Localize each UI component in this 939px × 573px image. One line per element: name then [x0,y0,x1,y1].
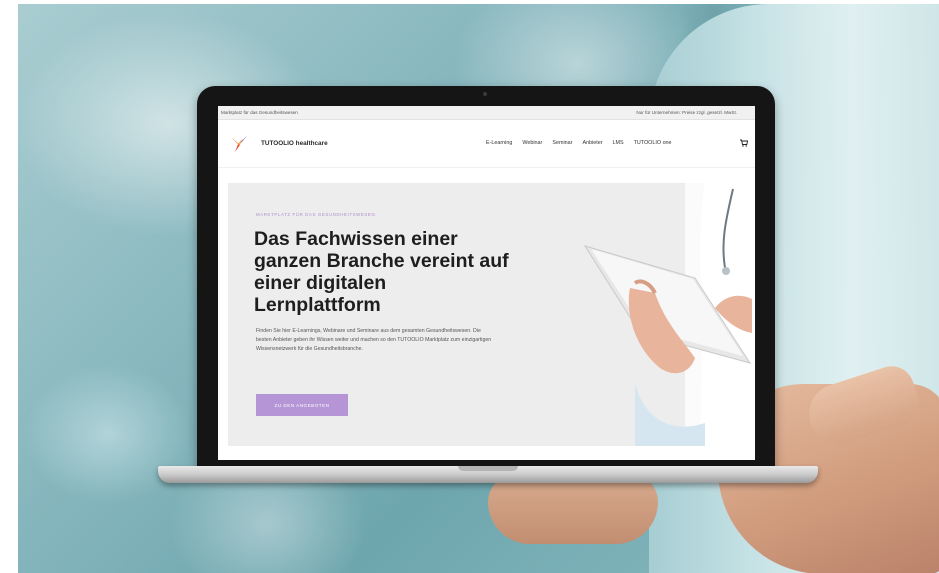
info-bar: Marktplatz für das Gesundheitswesen Nur … [218,106,755,120]
nav-item-anbieter[interactable]: Anbieter [582,140,602,146]
hero-description: Finden Sie hier E-Learnings, Webinare un… [256,328,492,352]
nav-item-e-learning[interactable]: E-Learning [486,140,512,146]
logo-icon[interactable] [229,134,249,154]
left-hand [488,474,658,544]
nav-item-tutoolio-one[interactable]: TUTOOLIO one [634,140,672,146]
offers-button[interactable]: ZU DEN ANGEBOTEN [256,394,348,416]
camera-icon [483,92,487,96]
laptop-base-notch [458,466,518,471]
nav-item-webinar[interactable]: Webinar [522,140,542,146]
info-bar-right-text: Nur für Unternehmen: Preise zzgl. gesetz… [636,110,737,115]
site-header: TUTOOLIO healthcare E-Learning Webinar S… [218,120,755,168]
cart-icon[interactable] [740,139,748,147]
hero-section: MARKTPLATZ FÜR DAS GESUNDHEITSWESEN Das … [228,183,755,446]
nav-item-seminar[interactable]: Seminar [552,140,572,146]
brand-name[interactable]: TUTOOLIO healthcare [261,140,328,147]
screen-bottom [218,446,755,460]
doctor-with-tablet-image [583,183,755,446]
hero-headline: Das Fachwissen einer ganzen Branche vere… [254,228,509,316]
laptop: Marktplatz für das Gesundheitswesen Nur … [197,86,775,470]
laptop-screen: Marktplatz für das Gesundheitswesen Nur … [218,106,755,460]
nav-item-lms[interactable]: LMS [613,140,624,146]
laptop-base [158,466,818,483]
main-nav: E-Learning Webinar Seminar Anbieter LMS … [486,140,682,146]
info-bar-left-text: Marktplatz für das Gesundheitswesen [221,110,298,115]
hero-eyebrow: MARKTPLATZ FÜR DAS GESUNDHEITSWESEN [256,212,376,217]
